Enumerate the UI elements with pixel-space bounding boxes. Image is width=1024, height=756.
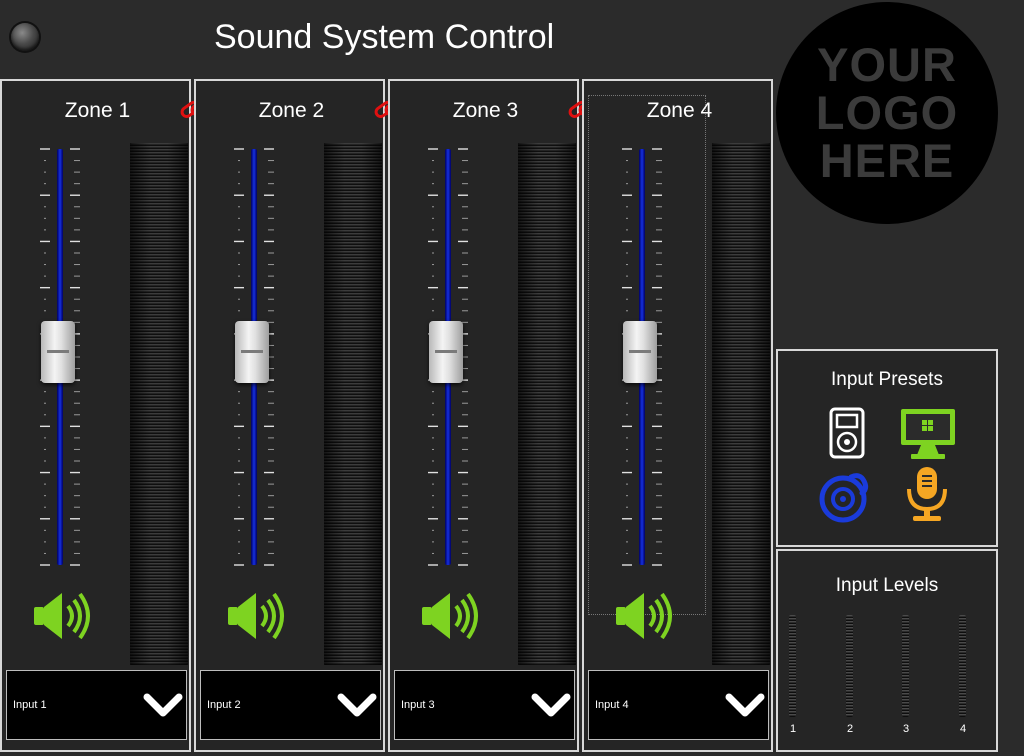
- panel-title: Input Presets: [831, 369, 943, 390]
- input-presets-panel: Input Presets: [776, 349, 998, 547]
- logo-line: HERE: [819, 134, 955, 187]
- chevron-down-icon[interactable]: [531, 685, 571, 725]
- input-select-value: Input 4: [595, 699, 629, 711]
- input-level-meter: [846, 615, 853, 717]
- speaker-icon[interactable]: [226, 589, 290, 643]
- zone-level-meter: [324, 143, 382, 665]
- chevron-down-icon[interactable]: [337, 685, 377, 725]
- input-level-meter: [902, 615, 909, 717]
- panel-title: Input Levels: [835, 575, 939, 596]
- zone-3-panel: Zone 3 Input 3: [388, 79, 599, 752]
- input-level-label: 2: [846, 723, 854, 735]
- page-title: Sound System Control: [214, 18, 555, 56]
- disc-icon[interactable]: [818, 471, 870, 523]
- logo: YOUR LOGO HERE: [776, 2, 998, 224]
- input-select-value: Input 2: [207, 699, 241, 711]
- input-select[interactable]: Input 2: [200, 670, 381, 740]
- speaker-icon[interactable]: [420, 589, 484, 643]
- chevron-down-icon[interactable]: [143, 685, 183, 725]
- ipod-icon[interactable]: [829, 407, 865, 459]
- input-select[interactable]: Input 3: [394, 670, 575, 740]
- zone-4-panel: Zone 4 Input 4: [582, 79, 773, 752]
- zone-title: Zone 2: [258, 99, 325, 122]
- speaker-icon[interactable]: [614, 589, 678, 643]
- zone-2-panel: Zone 2 Input 2: [194, 79, 405, 752]
- zone-level-meter: [130, 143, 188, 665]
- input-level-meter: [789, 615, 796, 717]
- zone-level-meter: [712, 143, 770, 665]
- input-levels-panel: Input Levels 1 2 3 4: [776, 549, 998, 752]
- input-select[interactable]: Input 4: [588, 670, 769, 740]
- zone-title: Zone 3: [452, 99, 519, 122]
- input-select[interactable]: Input 1: [6, 670, 187, 740]
- logo-line: YOUR: [817, 38, 957, 91]
- zone-1-panel: Zone 1 Input 1: [0, 79, 211, 752]
- volume-fader-knob[interactable]: [41, 321, 75, 383]
- input-level-label: 1: [789, 723, 797, 735]
- input-select-value: Input 1: [13, 699, 47, 711]
- logo-line: LOGO: [815, 86, 959, 139]
- volume-fader-knob[interactable]: [429, 321, 463, 383]
- input-level-label: 4: [959, 723, 967, 735]
- zone-title: Zone 4: [646, 99, 713, 122]
- speaker-icon[interactable]: [32, 589, 96, 643]
- zone-title: Zone 1: [64, 99, 131, 122]
- zone-level-meter: [518, 143, 576, 665]
- volume-fader-knob[interactable]: [235, 321, 269, 383]
- input-select-value: Input 3: [401, 699, 435, 711]
- volume-fader-knob[interactable]: [623, 321, 657, 383]
- input-level-label: 3: [902, 723, 910, 735]
- microphone-icon[interactable]: [904, 465, 950, 523]
- monitor-windows-icon[interactable]: [899, 407, 957, 461]
- chevron-down-icon[interactable]: [725, 685, 765, 725]
- input-level-meter: [959, 615, 966, 717]
- power-indicator[interactable]: [11, 23, 39, 51]
